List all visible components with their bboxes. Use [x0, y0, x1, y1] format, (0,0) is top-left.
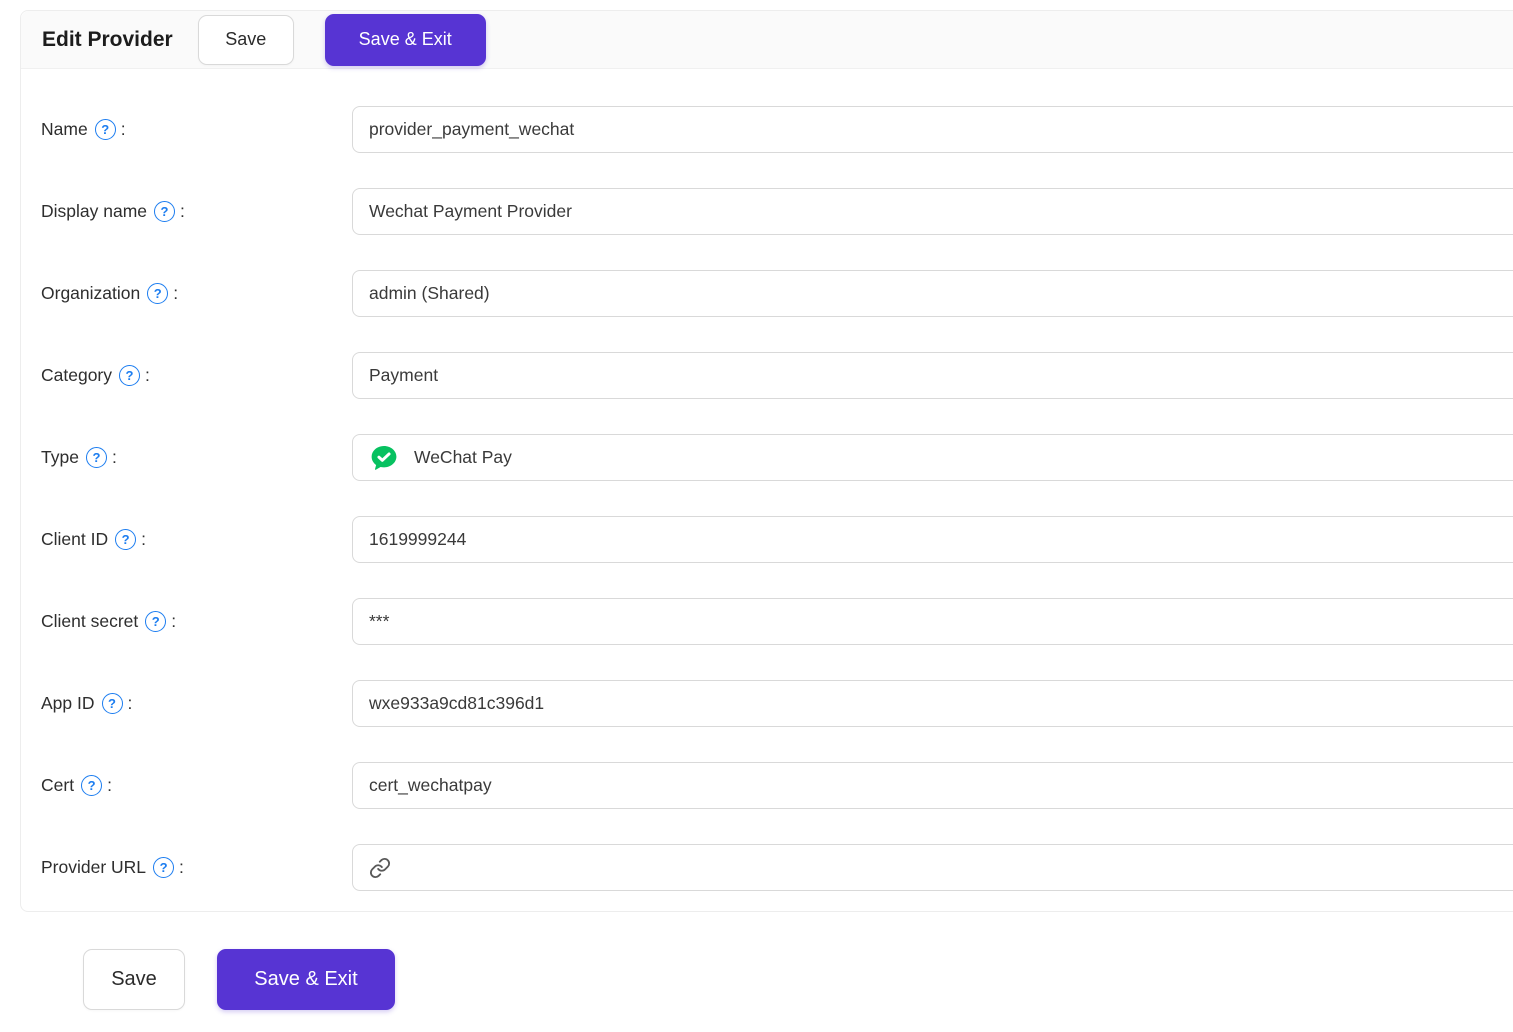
- field-value: admin (Shared): [369, 283, 490, 304]
- form-row-provider-url: Provider URL ? :: [21, 844, 1513, 891]
- form-row-display-name: Display name ? : Wechat Payment Provider: [21, 188, 1513, 235]
- label-colon: :: [173, 283, 178, 304]
- label-colon: :: [121, 119, 126, 140]
- form-row-organization: Organization ? : admin (Shared): [21, 270, 1513, 317]
- form-row-client-secret: Client secret ? : ***: [21, 598, 1513, 645]
- help-icon[interactable]: ?: [102, 693, 123, 714]
- footer-actions: Save Save & Exit: [83, 949, 395, 1010]
- field-value: ***: [369, 611, 389, 632]
- field-input[interactable]: provider_payment_wechat: [352, 106, 1513, 153]
- field-input[interactable]: Payment: [352, 352, 1513, 399]
- label-colon: :: [145, 365, 150, 386]
- help-icon[interactable]: ?: [115, 529, 136, 550]
- field-label: Type: [41, 447, 79, 468]
- save-button-bottom[interactable]: Save: [83, 949, 185, 1010]
- save-button[interactable]: Save: [198, 15, 294, 65]
- help-icon[interactable]: ?: [153, 857, 174, 878]
- field-input[interactable]: cert_wechatpay: [352, 762, 1513, 809]
- form-row-cert: Cert ? : cert_wechatpay: [21, 762, 1513, 809]
- help-icon[interactable]: ?: [119, 365, 140, 386]
- form-row-client-id: Client ID ? : 1619999244: [21, 516, 1513, 563]
- field-label: Display name: [41, 201, 147, 222]
- field-label: Category: [41, 365, 112, 386]
- label-colon: :: [112, 447, 117, 468]
- label-colon: :: [107, 775, 112, 796]
- field-value: 1619999244: [369, 529, 466, 550]
- edit-provider-card: Edit Provider Save Save & Exit Name ? :: [20, 10, 1513, 912]
- label-colon: :: [171, 611, 176, 632]
- form-row-type: Type ? : WeChat Pay: [21, 434, 1513, 481]
- field-label: App ID: [41, 693, 95, 714]
- help-icon[interactable]: ?: [154, 201, 175, 222]
- field-value: provider_payment_wechat: [369, 119, 574, 140]
- help-icon[interactable]: ?: [145, 611, 166, 632]
- field-input[interactable]: [352, 844, 1513, 891]
- field-value: Payment: [369, 365, 438, 386]
- field-value: Wechat Payment Provider: [369, 201, 572, 222]
- field-input[interactable]: Wechat Payment Provider: [352, 188, 1513, 235]
- label-colon: :: [141, 529, 146, 550]
- help-icon[interactable]: ?: [95, 119, 116, 140]
- field-input[interactable]: wxe933a9cd81c396d1: [352, 680, 1513, 727]
- provider-form: Name ? : provider_payment_wechat Display: [21, 69, 1513, 910]
- field-label: Cert: [41, 775, 74, 796]
- label-colon: :: [180, 201, 185, 222]
- form-row-app-id: App ID ? : wxe933a9cd81c396d1: [21, 680, 1513, 727]
- save-and-exit-button[interactable]: Save & Exit: [325, 14, 486, 66]
- label-colon: :: [128, 693, 133, 714]
- field-input[interactable]: WeChat Pay: [352, 434, 1513, 481]
- field-label: Client ID: [41, 529, 108, 550]
- save-and-exit-button-bottom[interactable]: Save & Exit: [217, 949, 395, 1010]
- field-label: Name: [41, 119, 88, 140]
- field-label: Client secret: [41, 611, 138, 632]
- link-icon: [369, 857, 391, 879]
- field-input[interactable]: admin (Shared): [352, 270, 1513, 317]
- help-icon[interactable]: ?: [86, 447, 107, 468]
- field-value: wxe933a9cd81c396d1: [369, 693, 544, 714]
- field-input[interactable]: ***: [352, 598, 1513, 645]
- form-row-category: Category ? : Payment: [21, 352, 1513, 399]
- form-row-name: Name ? : provider_payment_wechat: [21, 106, 1513, 153]
- field-input[interactable]: 1619999244: [352, 516, 1513, 563]
- help-icon[interactable]: ?: [81, 775, 102, 796]
- field-label: Organization: [41, 283, 140, 304]
- field-label: Provider URL: [41, 857, 146, 878]
- page-title: Edit Provider: [42, 28, 173, 52]
- field-value: cert_wechatpay: [369, 775, 492, 796]
- card-header: Edit Provider Save Save & Exit: [21, 11, 1513, 69]
- wechat-pay-icon: [369, 443, 399, 473]
- field-value: WeChat Pay: [414, 447, 512, 468]
- label-colon: :: [179, 857, 184, 878]
- help-icon[interactable]: ?: [147, 283, 168, 304]
